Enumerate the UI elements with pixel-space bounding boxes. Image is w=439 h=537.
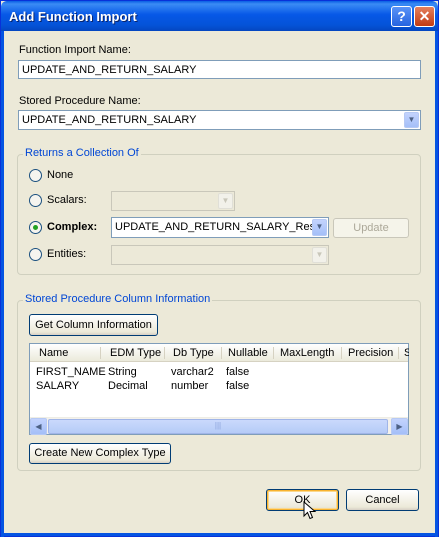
- function-import-name-input[interactable]: UPDATE_AND_RETURN_SALARY: [18, 60, 421, 79]
- radio-none-label: None: [47, 169, 74, 181]
- column-separator[interactable]: [273, 347, 274, 359]
- help-icon: ?: [397, 8, 406, 24]
- chevron-down-icon[interactable]: ▼: [312, 219, 327, 236]
- function-import-name-value: UPDATE_AND_RETURN_SALARY: [22, 64, 197, 76]
- radio-none-button[interactable]: [29, 169, 42, 182]
- cancel-button-label: Cancel: [365, 494, 400, 506]
- column-separator[interactable]: [100, 347, 101, 359]
- stored-procedure-name-value: UPDATE_AND_RETURN_SALARY: [22, 114, 197, 126]
- chevron-right-icon[interactable]: ▶: [391, 418, 408, 435]
- title-bar[interactable]: Add Function Import ? ✕: [1, 1, 438, 31]
- chevron-down-icon[interactable]: ▼: [404, 112, 419, 128]
- cell-name: FIRST_NAME: [36, 366, 106, 378]
- cell-edm-type: Decimal: [108, 380, 148, 392]
- column-header-name[interactable]: Name: [39, 347, 68, 359]
- column-separator[interactable]: [341, 347, 342, 359]
- stored-procedure-name-label: Stored Procedure Name:: [19, 95, 141, 107]
- radio-entities-label: Entities:: [47, 248, 87, 260]
- column-header-maxlength[interactable]: MaxLength: [280, 347, 334, 359]
- window-frame-right: [435, 31, 438, 537]
- chevron-down-icon: ▼: [312, 247, 327, 263]
- add-function-import-dialog: Add Function Import ? ✕ Function Import …: [0, 0, 439, 537]
- cell-name: SALARY: [36, 380, 80, 392]
- window-frame-bottom: [1, 533, 438, 536]
- window-frame-left: [1, 31, 4, 537]
- column-separator[interactable]: [221, 347, 222, 359]
- column-header-nullable[interactable]: Nullable: [228, 347, 268, 359]
- update-button[interactable]: Update: [333, 218, 409, 238]
- close-icon: ✕: [418, 8, 431, 24]
- help-button[interactable]: ?: [391, 6, 412, 27]
- column-header-precision[interactable]: Precision: [348, 347, 393, 359]
- list-header: Name EDM Type Db Type Nullable MaxLength…: [30, 344, 409, 362]
- horizontal-scrollbar[interactable]: ◀ ||| ▶: [30, 417, 408, 435]
- column-info-list[interactable]: Name EDM Type Db Type Nullable MaxLength…: [29, 343, 409, 435]
- stored-procedure-name-select[interactable]: UPDATE_AND_RETURN_SALARY ▼: [18, 110, 421, 130]
- radio-entities-button[interactable]: [29, 248, 42, 261]
- radio-complex-button[interactable]: [29, 221, 42, 234]
- create-new-complex-type-label: Create New Complex Type: [34, 447, 166, 459]
- close-button[interactable]: ✕: [414, 6, 435, 27]
- column-header-scale[interactable]: S: [404, 347, 409, 359]
- chevron-left-icon[interactable]: ◀: [30, 418, 47, 435]
- column-separator[interactable]: [164, 347, 165, 359]
- cell-nullable: false: [226, 380, 250, 392]
- complex-type-select[interactable]: UPDATE_AND_RETURN_SALARY_Result ▼: [111, 217, 329, 238]
- complex-type-value: UPDATE_AND_RETURN_SALARY_Result: [115, 221, 327, 233]
- column-header-edm-type[interactable]: EDM Type: [110, 347, 161, 359]
- scalars-select[interactable]: ▼: [111, 191, 235, 211]
- radio-complex-label: Complex:: [47, 221, 98, 233]
- returns-collection-group-title: Returns a Collection Of: [23, 147, 141, 159]
- dialog-title: Add Function Import: [9, 9, 137, 24]
- column-separator[interactable]: [398, 347, 399, 359]
- column-info-group-title: Stored Procedure Column Information: [23, 293, 213, 305]
- radio-scalars-label: Scalars:: [47, 194, 87, 206]
- cell-nullable: false: [226, 366, 250, 378]
- entities-select[interactable]: ▼: [111, 245, 329, 265]
- get-column-information-button[interactable]: Get Column Information: [29, 314, 158, 336]
- chevron-down-icon: ▼: [218, 193, 233, 209]
- get-column-information-label: Get Column Information: [35, 319, 152, 331]
- create-new-complex-type-button[interactable]: Create New Complex Type: [29, 443, 171, 464]
- update-button-label: Update: [353, 222, 389, 234]
- radio-scalars-button[interactable]: [29, 194, 42, 207]
- cancel-button[interactable]: Cancel: [346, 489, 419, 511]
- function-import-name-label: Function Import Name:: [19, 44, 131, 56]
- scrollbar-thumb[interactable]: |||: [48, 419, 388, 434]
- cell-db-type: number: [171, 380, 209, 392]
- cell-db-type: varchar2: [171, 366, 214, 378]
- mouse-pointer-icon: [303, 501, 317, 520]
- cell-edm-type: String: [108, 366, 137, 378]
- column-header-db-type[interactable]: Db Type: [173, 347, 214, 359]
